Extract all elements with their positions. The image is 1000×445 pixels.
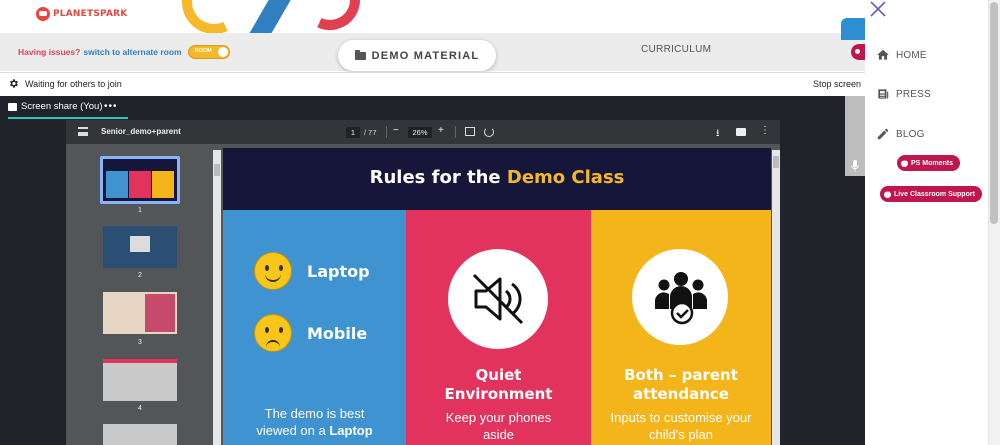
folder-icon bbox=[354, 49, 366, 60]
sad-face-icon bbox=[254, 314, 292, 352]
room-toggle-label: ROOM bbox=[194, 48, 212, 54]
toggle-knob bbox=[217, 47, 228, 57]
nav-item-press[interactable]: PRESS bbox=[876, 87, 931, 101]
logo-text: PLANETSPARK bbox=[53, 9, 128, 19]
status-bar bbox=[0, 72, 865, 96]
nav-item-home[interactable]: HOME bbox=[876, 48, 927, 62]
zoom-out-icon[interactable]: − bbox=[393, 125, 399, 136]
nav-item-label: HOME bbox=[896, 49, 927, 61]
pdf-title: Senior_demo+parent bbox=[101, 127, 181, 136]
logo-icon bbox=[36, 7, 50, 21]
screen-share-tab[interactable]: Screen share (You) bbox=[8, 101, 103, 112]
col2-title-line1: Quiet bbox=[475, 366, 522, 384]
thumbnail-scrollbar[interactable] bbox=[213, 150, 221, 445]
blue-side-tab[interactable] bbox=[841, 18, 865, 40]
stop-screen-button[interactable]: Stop screen bbox=[813, 79, 861, 89]
ps-moments-button[interactable]: PS Moments bbox=[897, 155, 961, 171]
thumbnail-page-2[interactable] bbox=[103, 226, 177, 268]
live-support-button[interactable]: Live Classroom Support bbox=[880, 186, 982, 202]
demo-material-button[interactable]: DEMO MATERIAL bbox=[338, 40, 496, 71]
page-scrollbar-thumb[interactable] bbox=[990, 2, 998, 224]
zoom-level-input[interactable]: 26% bbox=[408, 127, 432, 138]
thumbnail-number: 1 bbox=[138, 207, 142, 214]
rotate-icon[interactable] bbox=[484, 127, 494, 137]
page-total: / 77 bbox=[364, 128, 377, 137]
home-icon bbox=[877, 49, 889, 60]
slide-title-highlight: Demo Class bbox=[506, 167, 625, 188]
switch-room-link[interactable]: switch to alternate room bbox=[83, 47, 181, 57]
group-check-icon bbox=[655, 272, 707, 325]
download-icon[interactable]: ⭳ bbox=[716, 126, 720, 143]
toolbar-divider bbox=[386, 126, 387, 138]
thumbnail-page-4[interactable] bbox=[103, 359, 177, 401]
record-indicator-icon[interactable] bbox=[851, 44, 865, 60]
live-support-label: Live Classroom Support bbox=[894, 190, 975, 198]
col3-body-line1: Inputs to customise your bbox=[610, 410, 752, 425]
microphone-icon[interactable] bbox=[851, 160, 859, 172]
gear-icon[interactable] bbox=[8, 78, 19, 89]
ps-moments-label: PS Moments bbox=[911, 159, 954, 167]
nav-item-label: BLOG bbox=[896, 128, 925, 140]
screen-share-label: Screen share (You) bbox=[21, 101, 103, 112]
demo-material-label: DEMO MATERIAL bbox=[371, 49, 480, 62]
col1-body-line1: The demo is best bbox=[264, 406, 365, 421]
col1-body-line2: viewed on a Laptop bbox=[223, 422, 406, 439]
slide-title-part1: Rules for the bbox=[369, 167, 507, 188]
mobile-label: Mobile bbox=[307, 324, 368, 343]
pencil-icon bbox=[877, 128, 889, 140]
col1-body-line2-text: viewed on a bbox=[256, 423, 330, 438]
thumbnail-page-3[interactable] bbox=[103, 292, 177, 334]
monitor-icon bbox=[8, 102, 17, 111]
col1-body-bold: Laptop bbox=[329, 423, 373, 438]
fit-page-icon[interactable] bbox=[465, 127, 475, 136]
thumbnail-number: 2 bbox=[138, 272, 142, 279]
issues-text: Having issues? bbox=[18, 47, 81, 57]
close-icon[interactable] bbox=[869, 0, 887, 18]
close-circle-icon bbox=[901, 157, 908, 167]
laptop-label: Laptop bbox=[307, 262, 370, 281]
mute-speaker-icon bbox=[472, 273, 524, 325]
col2-body-line2: aside bbox=[482, 427, 515, 442]
thumbnail-number: 4 bbox=[138, 405, 142, 412]
menu-icon[interactable] bbox=[78, 127, 88, 136]
thumbnail-page-5[interactable] bbox=[103, 424, 177, 445]
thumbnail-page-1[interactable] bbox=[103, 159, 177, 201]
col3-body-line2: child's plan bbox=[649, 427, 713, 442]
print-icon[interactable] bbox=[736, 128, 746, 136]
nav-item-label: PRESS bbox=[896, 88, 931, 100]
nav-item-blog[interactable]: BLOG bbox=[876, 127, 925, 141]
zoom-in-icon[interactable]: + bbox=[438, 125, 444, 136]
more-vert-icon[interactable]: ⋮ bbox=[760, 125, 770, 136]
page-number-input[interactable]: 1 bbox=[346, 127, 360, 138]
waiting-text: Waiting for others to join bbox=[25, 79, 122, 89]
right-nav-panel bbox=[865, 0, 988, 445]
toolbar-divider bbox=[455, 126, 456, 138]
col3-title-line2: attendance bbox=[633, 385, 729, 403]
room-toggle[interactable]: ROOM bbox=[187, 45, 230, 59]
thumbnail-number: 3 bbox=[138, 339, 142, 346]
issues-row: Having issues? switch to alternate room … bbox=[18, 45, 230, 59]
col2-body-line1: Keep your phones bbox=[445, 410, 552, 425]
close-circle-icon bbox=[884, 188, 891, 198]
newspaper-icon bbox=[878, 89, 889, 99]
page-scrollbar[interactable] bbox=[772, 150, 780, 445]
col3-title-line1: Both – parent bbox=[624, 366, 738, 384]
smiley-face-icon bbox=[254, 252, 292, 290]
planetspark-logo[interactable]: PLANETSPARK bbox=[36, 5, 127, 23]
col2-title-line2: Environment bbox=[444, 385, 553, 403]
slide-title: Rules for the Demo Class bbox=[223, 167, 771, 188]
active-tab-underline bbox=[8, 117, 128, 119]
more-options-icon[interactable]: ••• bbox=[104, 101, 118, 112]
curriculum-tab[interactable]: CURRICULUM bbox=[641, 44, 711, 55]
